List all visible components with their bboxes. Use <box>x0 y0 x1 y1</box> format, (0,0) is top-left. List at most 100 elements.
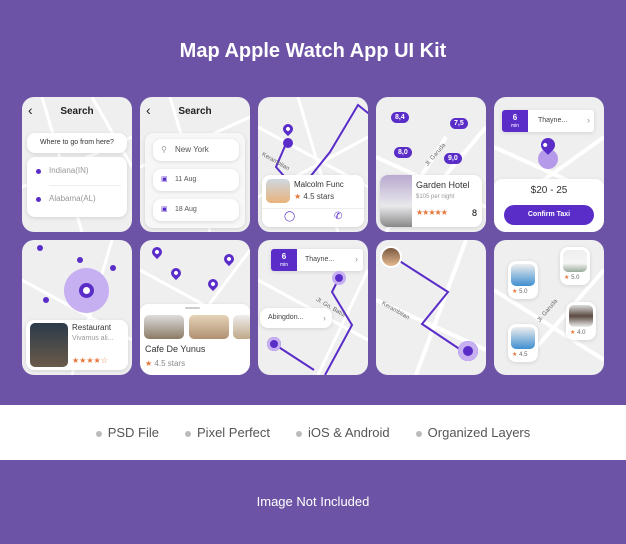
route-to[interactable]: Alabama(AL) <box>49 194 96 203</box>
hotel-price: $105 per night <box>416 194 455 200</box>
chevron-right-icon: › <box>587 115 590 125</box>
search-panel: ⚲ New York ▣ 11 Aug ▣ 18 Aug <box>145 133 245 228</box>
cafe-photo <box>144 315 184 339</box>
doctor-marker[interactable]: ★ 5.0 <box>508 261 538 299</box>
bullet-icon <box>415 430 422 437</box>
route-line <box>324 277 354 375</box>
screen-search-route: ‹ Search Where to go from here? Indiana(I… <box>22 97 132 232</box>
feature-item: iOS & Android <box>296 425 390 440</box>
back-icon[interactable]: ‹ <box>146 103 151 117</box>
route-from[interactable]: Indiana(IN) <box>49 166 89 175</box>
calendar-icon: ▣ <box>161 206 168 213</box>
header: ‹ Search <box>140 97 250 125</box>
eta-badge: 6 min <box>271 249 297 271</box>
fare-panel: $20 - 25 Confirm Taxi <box>494 179 604 232</box>
doctor-marker[interactable]: ★ 4.5 <box>508 324 538 362</box>
poi-dot[interactable] <box>37 245 43 251</box>
route-panel: Indiana(IN) Alabama(AL) <box>27 157 127 217</box>
bullet-icon <box>296 430 302 437</box>
screen-search-dates: ‹ Search ⚲ New York ▣ 11 Aug ▣ 18 Aug <box>140 97 250 232</box>
feature-item: PSD File <box>95 425 159 440</box>
cafe-photo <box>189 315 229 339</box>
star-icon: ★ <box>512 289 518 295</box>
back-icon[interactable]: ‹ <box>28 103 33 117</box>
screen-driver: Kerambitan Malcolm Func ★ 4.5 stars ◯ ✆ <box>258 97 368 232</box>
date-field-end[interactable]: ▣ 18 Aug <box>153 199 239 221</box>
hotel-photo <box>380 175 412 227</box>
where-to-prompt[interactable]: Where to go from here? <box>27 133 127 153</box>
date-value: 18 Aug <box>175 206 197 213</box>
chevron-right-icon: › <box>323 313 326 323</box>
destination-marker-icon <box>458 341 478 361</box>
restaurant-name: Restaurant <box>72 323 112 332</box>
current-location-icon <box>79 283 94 298</box>
feature-item: Organized Layers <box>415 425 530 440</box>
doctor-marker[interactable]: ★ 5.0 <box>560 247 590 285</box>
phone-icon[interactable]: ✆ <box>334 211 342 222</box>
star-icon: ★ <box>512 352 518 358</box>
restaurant-card[interactable]: Restaurant Vivamus ali... ★★★★☆ <box>26 320 128 370</box>
calendar-icon: ▣ <box>161 176 168 183</box>
origin-label: Abingdon... <box>268 314 304 321</box>
restaurant-photo <box>30 323 68 367</box>
star-rating: ★★★★☆ <box>72 356 108 365</box>
bullet-icon <box>185 430 192 437</box>
price-marker[interactable]: 8,0 <box>394 147 412 158</box>
date-value: 11 Aug <box>175 176 197 183</box>
cafe-photo <box>233 315 250 339</box>
star-icon: ★ <box>564 275 570 281</box>
date-field-start[interactable]: ▣ 11 Aug <box>153 169 239 191</box>
restaurant-description: Vivamus ali... <box>72 335 114 342</box>
header-title: Search <box>60 106 94 117</box>
hotel-name: Garden Hotel <box>416 180 470 190</box>
screen-restaurant: Restaurant Vivamus ali... ★★★★☆ <box>22 240 132 375</box>
fare-range: $20 - 25 <box>530 185 568 196</box>
drag-handle[interactable] <box>185 307 200 309</box>
destination-marker-icon <box>332 271 346 285</box>
star-rating: ★★★★★ <box>416 208 448 217</box>
search-value: New York <box>175 145 209 154</box>
doctor-photo <box>563 250 587 272</box>
driver-card[interactable]: Malcolm Func ★ 4.5 stars ◯ ✆ <box>262 175 364 227</box>
screen-route: 6 min Thayne... › Abingdon... › Jl. Gn. Ba… <box>258 240 368 375</box>
poi-dot[interactable] <box>77 257 83 263</box>
features-bar: PSD File Pixel Perfect iOS & Android Org… <box>0 405 626 460</box>
destination-label: Thayne... <box>538 117 568 124</box>
hotel-score: 8 <box>472 208 478 218</box>
doctor-photo <box>569 305 593 327</box>
eta-badge: 6 min <box>502 110 528 132</box>
screen-doctors: ★ 5.0 ★ 5.0 ★ 4.0 ★ 4.5 Jl. Garuda <box>494 240 604 375</box>
price-marker[interactable]: 8,4 <box>391 112 409 123</box>
price-marker[interactable]: 7,5 <box>450 118 468 129</box>
hotel-card[interactable]: Garden Hotel $105 per night ★★★★★ 8 <box>380 175 482 227</box>
cafe-sheet[interactable]: Cafe De Yunus ★ 4.5 stars <box>140 304 250 375</box>
screen-hotels: 8,4 7,5 8,0 9,0 Jl. Garuda Garden Hotel … <box>376 97 486 232</box>
search-icon: ⚲ <box>161 145 167 154</box>
origin-dot-icon <box>36 169 41 174</box>
poi-dot[interactable] <box>43 297 49 303</box>
current-location-icon <box>283 138 293 148</box>
confirm-taxi-button[interactable]: Confirm Taxi <box>504 205 594 225</box>
screen-cafe: Cafe De Yunus ★ 4.5 stars <box>140 240 250 375</box>
header-title: Search <box>178 106 212 117</box>
origin-banner[interactable]: Abingdon... › <box>260 308 332 328</box>
screen-taxi: 6 min Thayne... › $20 - 25 Confirm Taxi <box>494 97 604 232</box>
driver-rating: 4.5 stars <box>303 192 335 201</box>
doctor-marker[interactable]: ★ 4.0 <box>566 302 596 340</box>
star-icon: ★ <box>570 330 576 336</box>
eta-banner[interactable]: 6 min Thayne... › <box>271 249 363 271</box>
page-title: Map Apple Watch App UI Kit <box>179 40 447 62</box>
star-icon: ★ <box>145 359 153 368</box>
footer-note: Image Not Included <box>256 494 370 509</box>
driver-avatar <box>266 179 290 203</box>
driver-avatar[interactable] <box>380 246 402 268</box>
driver-name: Malcolm Func <box>294 180 344 189</box>
destination-label: Thayne... <box>305 256 335 263</box>
origin-marker-icon <box>267 337 281 351</box>
price-marker[interactable]: 9,0 <box>444 153 462 164</box>
divider <box>262 208 364 209</box>
eta-banner[interactable]: 6 min Thayne... › <box>502 110 594 132</box>
search-input[interactable]: ⚲ New York <box>153 139 239 161</box>
poi-dot[interactable] <box>110 265 116 271</box>
chat-icon[interactable]: ◯ <box>284 211 295 222</box>
